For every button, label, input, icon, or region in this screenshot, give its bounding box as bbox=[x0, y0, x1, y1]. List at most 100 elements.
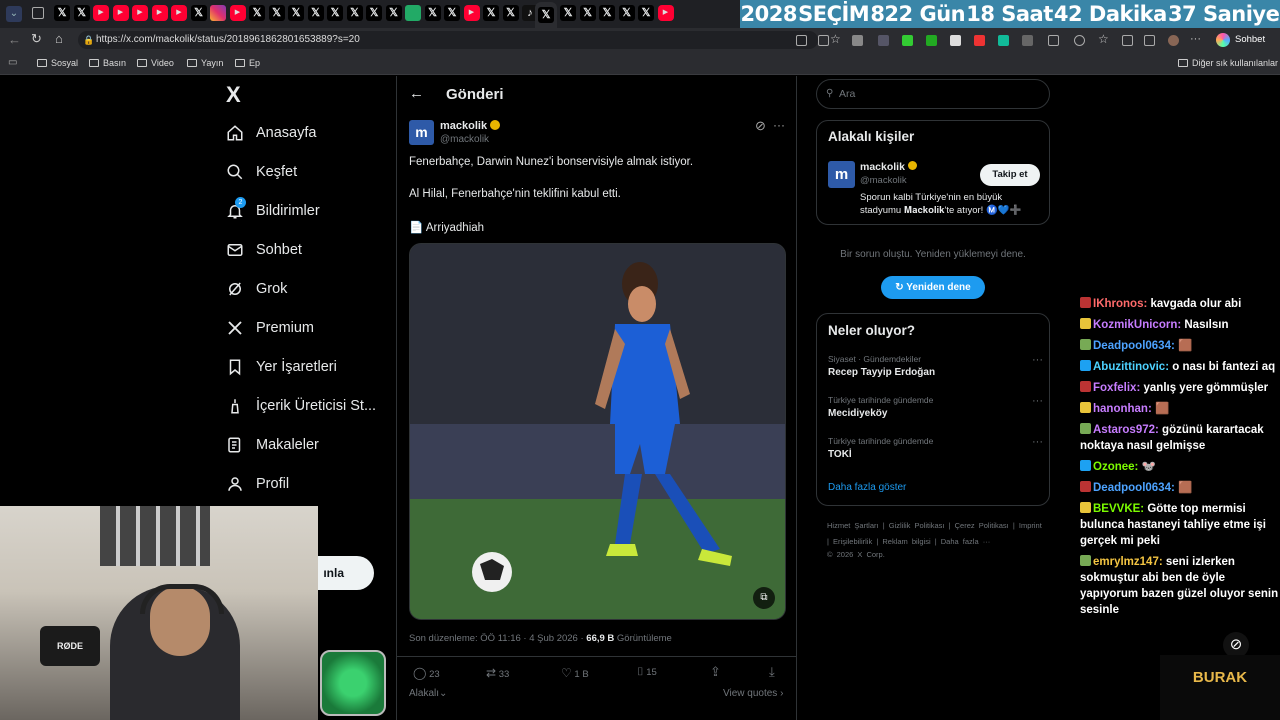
footer-link[interactable]: Gizlilik Politikası bbox=[889, 521, 945, 530]
x-tab-icon[interactable]: 𝕏 bbox=[502, 5, 519, 21]
bookmark-folder[interactable]: Yayın bbox=[187, 58, 223, 68]
youtube-tab-icon[interactable]: ▶ bbox=[229, 5, 246, 21]
x-tab-icon[interactable]: 𝕏 bbox=[638, 5, 654, 21]
footer-link[interactable]: Reklam bilgisi bbox=[882, 537, 930, 546]
trend-more-icon[interactable]: ··· bbox=[1032, 436, 1043, 448]
reply-button[interactable]: ◯ 23 bbox=[413, 666, 440, 680]
x-tab-icon[interactable]: 𝕏 bbox=[618, 5, 635, 21]
footer-link[interactable]: Daha fazla ··· bbox=[941, 537, 990, 546]
footer-link[interactable]: Çerez Politikası bbox=[955, 521, 1009, 530]
nav-premium[interactable]: Premium bbox=[226, 313, 314, 343]
post-image[interactable]: ⧉ bbox=[409, 243, 786, 620]
tab-active[interactable]: 𝕏 bbox=[535, 2, 557, 28]
grok-explain-icon[interactable]: ⊘ bbox=[755, 118, 766, 134]
nav-notifications[interactable]: 2 Bildirimler bbox=[226, 196, 320, 226]
follow-button[interactable]: Takip et bbox=[980, 164, 1040, 186]
x-tab-icon[interactable]: 𝕏 bbox=[444, 5, 460, 21]
trend-item[interactable]: Türkiye tarihinde gündemde TOKİ ··· bbox=[828, 436, 1043, 460]
bookmark-folder[interactable]: Video bbox=[137, 58, 174, 68]
favorites-icon[interactable]: ☆ bbox=[1098, 32, 1109, 46]
person-avatar[interactable]: m bbox=[828, 161, 855, 188]
bookmark-button[interactable]: ⌷ 15 bbox=[637, 666, 657, 679]
x-logo[interactable]: X bbox=[226, 82, 241, 108]
workspaces-icon[interactable] bbox=[32, 7, 44, 19]
youtube-tab-icon[interactable]: ▶ bbox=[657, 5, 674, 21]
url-field[interactable]: 🔒 https://x.com/mackolik/status/201896186… bbox=[78, 31, 818, 49]
x-tab-icon[interactable]: 𝕏 bbox=[73, 5, 90, 21]
extension-icon[interactable] bbox=[926, 35, 937, 46]
nav-bookmarks[interactable]: Yer İşaretleri bbox=[226, 352, 337, 382]
x-tab-icon[interactable]: 𝕏 bbox=[307, 5, 324, 21]
search-input[interactable]: ⚲ Ara bbox=[816, 79, 1050, 109]
extension-icon[interactable] bbox=[998, 35, 1009, 46]
person-name[interactable]: mackolik bbox=[860, 161, 917, 173]
x-tab-icon[interactable]: 𝕏 bbox=[249, 5, 265, 21]
nav-explore[interactable]: Keşfet bbox=[226, 157, 297, 187]
repost-button[interactable]: ⇄ 33 bbox=[486, 666, 509, 680]
author-name[interactable]: mackolik bbox=[440, 120, 501, 132]
extension-icon[interactable] bbox=[852, 35, 863, 46]
trend-item[interactable]: Siyaset · Gündemdekiler Recep Tayyip Erd… bbox=[828, 354, 1043, 378]
x-tab-icon[interactable]: 𝕏 bbox=[599, 5, 615, 21]
trend-more-icon[interactable]: ··· bbox=[1032, 354, 1043, 366]
avatar[interactable]: m bbox=[409, 120, 434, 145]
youtube-tab-icon[interactable]: ▶ bbox=[151, 5, 168, 21]
copilot-chat-button[interactable]: Sohbet et bbox=[1213, 31, 1280, 63]
home-browser-icon[interactable]: ⌂ bbox=[55, 31, 63, 46]
author-handle[interactable]: @mackolik bbox=[440, 134, 489, 145]
youtube-tab-icon[interactable]: ▶ bbox=[171, 5, 187, 21]
x-tab-icon[interactable]: 𝕏 bbox=[288, 5, 304, 21]
view-quotes-link[interactable]: View quotes › bbox=[723, 688, 783, 699]
like-button[interactable]: ♡ 1 B bbox=[561, 666, 589, 680]
tab-actions-icon[interactable]: ⌄ bbox=[6, 6, 22, 22]
bookmark-folder[interactable]: Ep bbox=[235, 58, 260, 68]
x-tab-icon[interactable]: 𝕏 bbox=[579, 5, 596, 21]
trend-item[interactable]: Türkiye tarihinde gündemde Mecidiyeköy ·… bbox=[828, 395, 1043, 419]
read-aloud-icon[interactable] bbox=[818, 35, 829, 46]
profile-avatar-icon[interactable] bbox=[1168, 35, 1179, 46]
bookmark-folder[interactable]: Sosyal bbox=[37, 58, 78, 68]
extension-icon[interactable] bbox=[878, 35, 889, 46]
trend-more-icon[interactable]: ··· bbox=[1032, 395, 1043, 407]
youtube-tab-icon[interactable]: ▶ bbox=[132, 5, 148, 21]
post-more-icon[interactable]: ··· bbox=[773, 118, 785, 132]
nav-creator-studio[interactable]: İçerik Üreticisi St... bbox=[226, 391, 376, 421]
back-icon[interactable]: ← bbox=[8, 32, 21, 47]
download-button[interactable]: ⤓ bbox=[769, 664, 775, 680]
youtube-tab-icon[interactable]: ▶ bbox=[93, 5, 109, 21]
x-tab-icon[interactable]: 𝕏 bbox=[327, 5, 343, 21]
nav-grok[interactable]: Grok bbox=[226, 274, 287, 304]
x-tab-icon[interactable]: 𝕏 bbox=[54, 5, 70, 21]
reading-list-icon[interactable]: ▭ bbox=[8, 57, 17, 68]
site-tab-icon[interactable] bbox=[405, 5, 421, 21]
x-tab-icon[interactable]: 𝕏 bbox=[268, 5, 285, 21]
nav-chat[interactable]: Sohbet bbox=[226, 235, 302, 265]
image-alt-icon[interactable]: ⧉ bbox=[753, 587, 775, 609]
extension-icon[interactable] bbox=[902, 35, 913, 46]
refresh-icon[interactable]: ↻ bbox=[31, 31, 42, 47]
split-screen-icon[interactable] bbox=[1048, 35, 1059, 46]
instagram-tab-icon[interactable] bbox=[210, 5, 226, 21]
share-button[interactable]: ⇪ bbox=[710, 664, 721, 680]
nav-articles[interactable]: Makaleler bbox=[226, 430, 319, 460]
extension-icon[interactable] bbox=[974, 35, 985, 46]
bookmark-folder[interactable]: Basın bbox=[89, 58, 126, 68]
settings-icon[interactable] bbox=[1074, 35, 1085, 46]
x-tab-icon[interactable]: 𝕏 bbox=[346, 5, 363, 21]
nav-home[interactable]: Anasayfa bbox=[226, 118, 316, 148]
footer-link[interactable]: Imprint bbox=[1019, 521, 1042, 530]
extension-icon[interactable] bbox=[1022, 35, 1033, 46]
show-more-link[interactable]: Daha fazla göster bbox=[828, 482, 906, 493]
back-arrow-icon[interactable]: ← bbox=[409, 85, 424, 102]
extension-icon[interactable] bbox=[796, 35, 807, 46]
extension-icon[interactable] bbox=[950, 35, 961, 46]
footer-link[interactable]: Hizmet Şartları bbox=[827, 521, 879, 530]
x-tab-icon[interactable]: 𝕏 bbox=[190, 5, 207, 21]
more-menu-icon[interactable]: ··· bbox=[1190, 33, 1201, 45]
extension-icon[interactable] bbox=[1122, 35, 1133, 46]
retry-button[interactable]: ↻ Yeniden dene bbox=[881, 276, 985, 299]
x-tab-icon[interactable]: 𝕏 bbox=[483, 5, 499, 21]
x-tab-icon[interactable]: 𝕏 bbox=[385, 5, 402, 21]
extension-icon[interactable] bbox=[1144, 35, 1155, 46]
youtube-tab-icon[interactable]: ▶ bbox=[112, 5, 129, 21]
